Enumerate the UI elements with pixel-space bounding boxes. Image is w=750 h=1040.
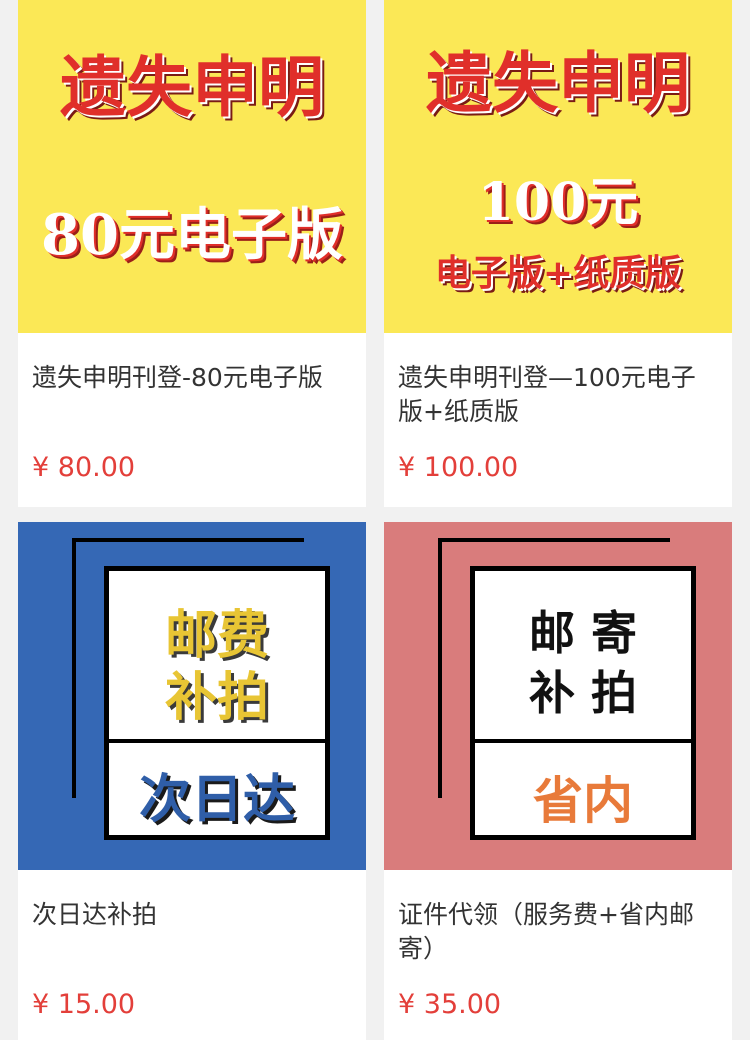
product-image[interactable]: 遗失申明 100元 电子版+纸质版 bbox=[384, 0, 732, 333]
product-price: ¥ 15.00 bbox=[32, 989, 136, 1020]
frame-decoration bbox=[438, 538, 670, 542]
tile-line: 补 拍 bbox=[528, 666, 637, 720]
banner-subtitle: 80元电子版 bbox=[41, 202, 343, 268]
image-frame: 邮 寄 补 拍 省内 bbox=[470, 566, 696, 840]
product-title[interactable]: 遗失申明刊登—100元电子版+纸质版 bbox=[398, 361, 718, 429]
tile-line: 省内 bbox=[533, 772, 633, 830]
product-image[interactable]: 邮 寄 补 拍 省内 bbox=[384, 522, 732, 870]
product-title[interactable]: 遗失申明刊登-80元电子版 bbox=[32, 361, 352, 429]
product-image[interactable]: 遗失申明 80元电子版 bbox=[18, 0, 366, 333]
frame-divider bbox=[109, 739, 325, 743]
product-card[interactable]: 遗失申明 80元电子版 遗失申明刊登-80元电子版 ¥ 80.00 bbox=[18, 0, 366, 507]
frame-decoration bbox=[72, 538, 76, 798]
product-price: ¥ 35.00 bbox=[398, 989, 502, 1020]
tile-line: 次日达 bbox=[138, 770, 295, 830]
frame-divider bbox=[475, 739, 691, 743]
product-price: ¥ 80.00 bbox=[32, 452, 136, 483]
banner-subtitle: 电子版+纸质版 bbox=[434, 253, 682, 294]
product-card[interactable]: 遗失申明 100元 电子版+纸质版 遗失申明刊登—100元电子版+纸质版 ¥ 1… bbox=[384, 0, 732, 507]
product-card[interactable]: 邮 寄 补 拍 省内 证件代领（服务费+省内邮寄） ¥ 35.00 bbox=[384, 522, 732, 1040]
tile-line: 邮 寄 bbox=[528, 606, 637, 660]
banner-title: 遗失申明 bbox=[426, 45, 690, 122]
product-image[interactable]: 邮费 补拍 次日达 bbox=[18, 522, 366, 870]
product-grid: 遗失申明 80元电子版 遗失申明刊登-80元电子版 ¥ 80.00 遗失申明 1… bbox=[0, 0, 750, 1040]
product-title[interactable]: 次日达补拍 bbox=[32, 898, 352, 966]
frame-decoration bbox=[438, 538, 442, 798]
product-card[interactable]: 邮费 补拍 次日达 次日达补拍 ¥ 15.00 bbox=[18, 522, 366, 1040]
product-price: ¥ 100.00 bbox=[398, 452, 519, 483]
image-frame: 邮费 补拍 次日达 bbox=[104, 566, 330, 840]
product-title[interactable]: 证件代领（服务费+省内邮寄） bbox=[398, 898, 718, 966]
frame-decoration bbox=[72, 538, 304, 542]
tile-line: 补拍 bbox=[164, 668, 269, 728]
banner-title: 遗失申明 bbox=[60, 49, 324, 126]
banner-price: 100元 bbox=[477, 172, 639, 233]
